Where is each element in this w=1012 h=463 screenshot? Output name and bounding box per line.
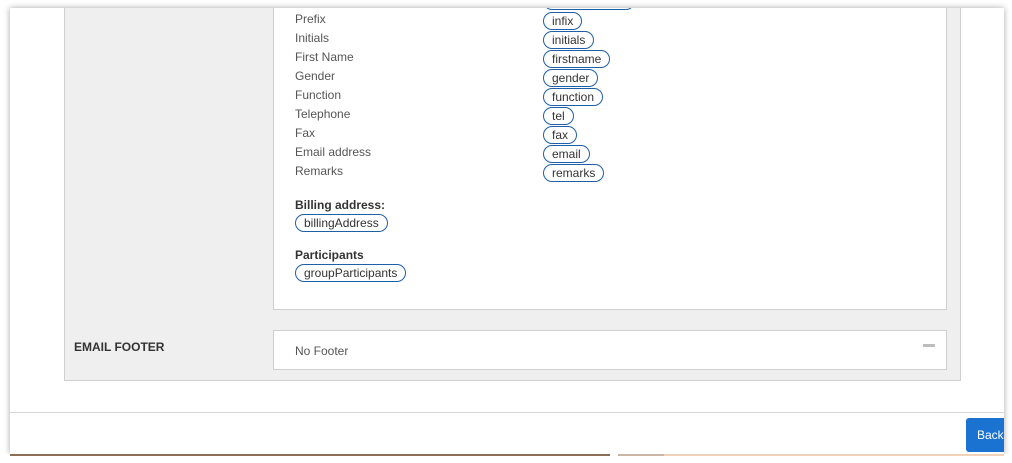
placeholder-tag-fax[interactable]: fax — [543, 126, 578, 144]
field-label-telephone: Telephone — [295, 107, 351, 121]
placeholder-tag-partial[interactable] — [543, 8, 635, 10]
field-label-function: Function — [295, 88, 342, 102]
placeholder-tag-gender[interactable]: gender — [543, 69, 599, 87]
strip-segment — [618, 454, 664, 456]
placeholder-tag-firstname[interactable]: firstname — [543, 50, 611, 68]
field-label-prefix: Prefix — [295, 12, 326, 26]
billing-address-title: Billing address: — [295, 198, 386, 212]
collapse-icon[interactable] — [923, 344, 935, 347]
field-label-gender: Gender — [295, 69, 336, 83]
placeholder-tag-remarks[interactable]: remarks — [543, 164, 605, 182]
field-label-first-name: First Name — [295, 50, 354, 64]
field-label-fax: Fax — [295, 126, 316, 140]
placeholder-tag-group-participants[interactable]: groupParticipants — [295, 264, 407, 282]
back-button[interactable]: Back — [966, 418, 1004, 452]
placeholder-tag-function[interactable]: function — [543, 88, 604, 106]
field-label-email-address: Email address — [295, 145, 372, 159]
email-footer-label: EMAIL FOOTER — [74, 340, 165, 354]
field-label-initials: Initials — [295, 31, 330, 45]
placeholder-tag-tel[interactable]: tel — [543, 107, 574, 125]
modal-body: Prefix infix Initials initials First Nam… — [10, 8, 1004, 412]
strip-segment — [10, 454, 610, 456]
settings-section: Prefix infix Initials initials First Nam… — [64, 8, 961, 381]
participants-title: Participants — [295, 248, 364, 262]
modal-footer: Back — [10, 412, 1004, 454]
field-label-remarks: Remarks — [295, 164, 344, 178]
email-footer-value: No Footer — [295, 344, 349, 358]
modal-dialog: Prefix infix Initials initials First Nam… — [10, 8, 1004, 454]
placeholder-tag-infix[interactable]: infix — [543, 12, 583, 30]
placeholder-tag-email[interactable]: email — [543, 145, 590, 163]
page-bottom-strip — [0, 454, 1012, 463]
placeholder-tag-initials[interactable]: initials — [543, 31, 595, 49]
strip-segment — [664, 454, 1004, 456]
email-footer-panel[interactable]: No Footer — [273, 330, 947, 370]
placeholder-tag-billing-address[interactable]: billingAddress — [295, 214, 388, 232]
placeholder-fields-panel: Prefix infix Initials initials First Nam… — [273, 8, 947, 310]
